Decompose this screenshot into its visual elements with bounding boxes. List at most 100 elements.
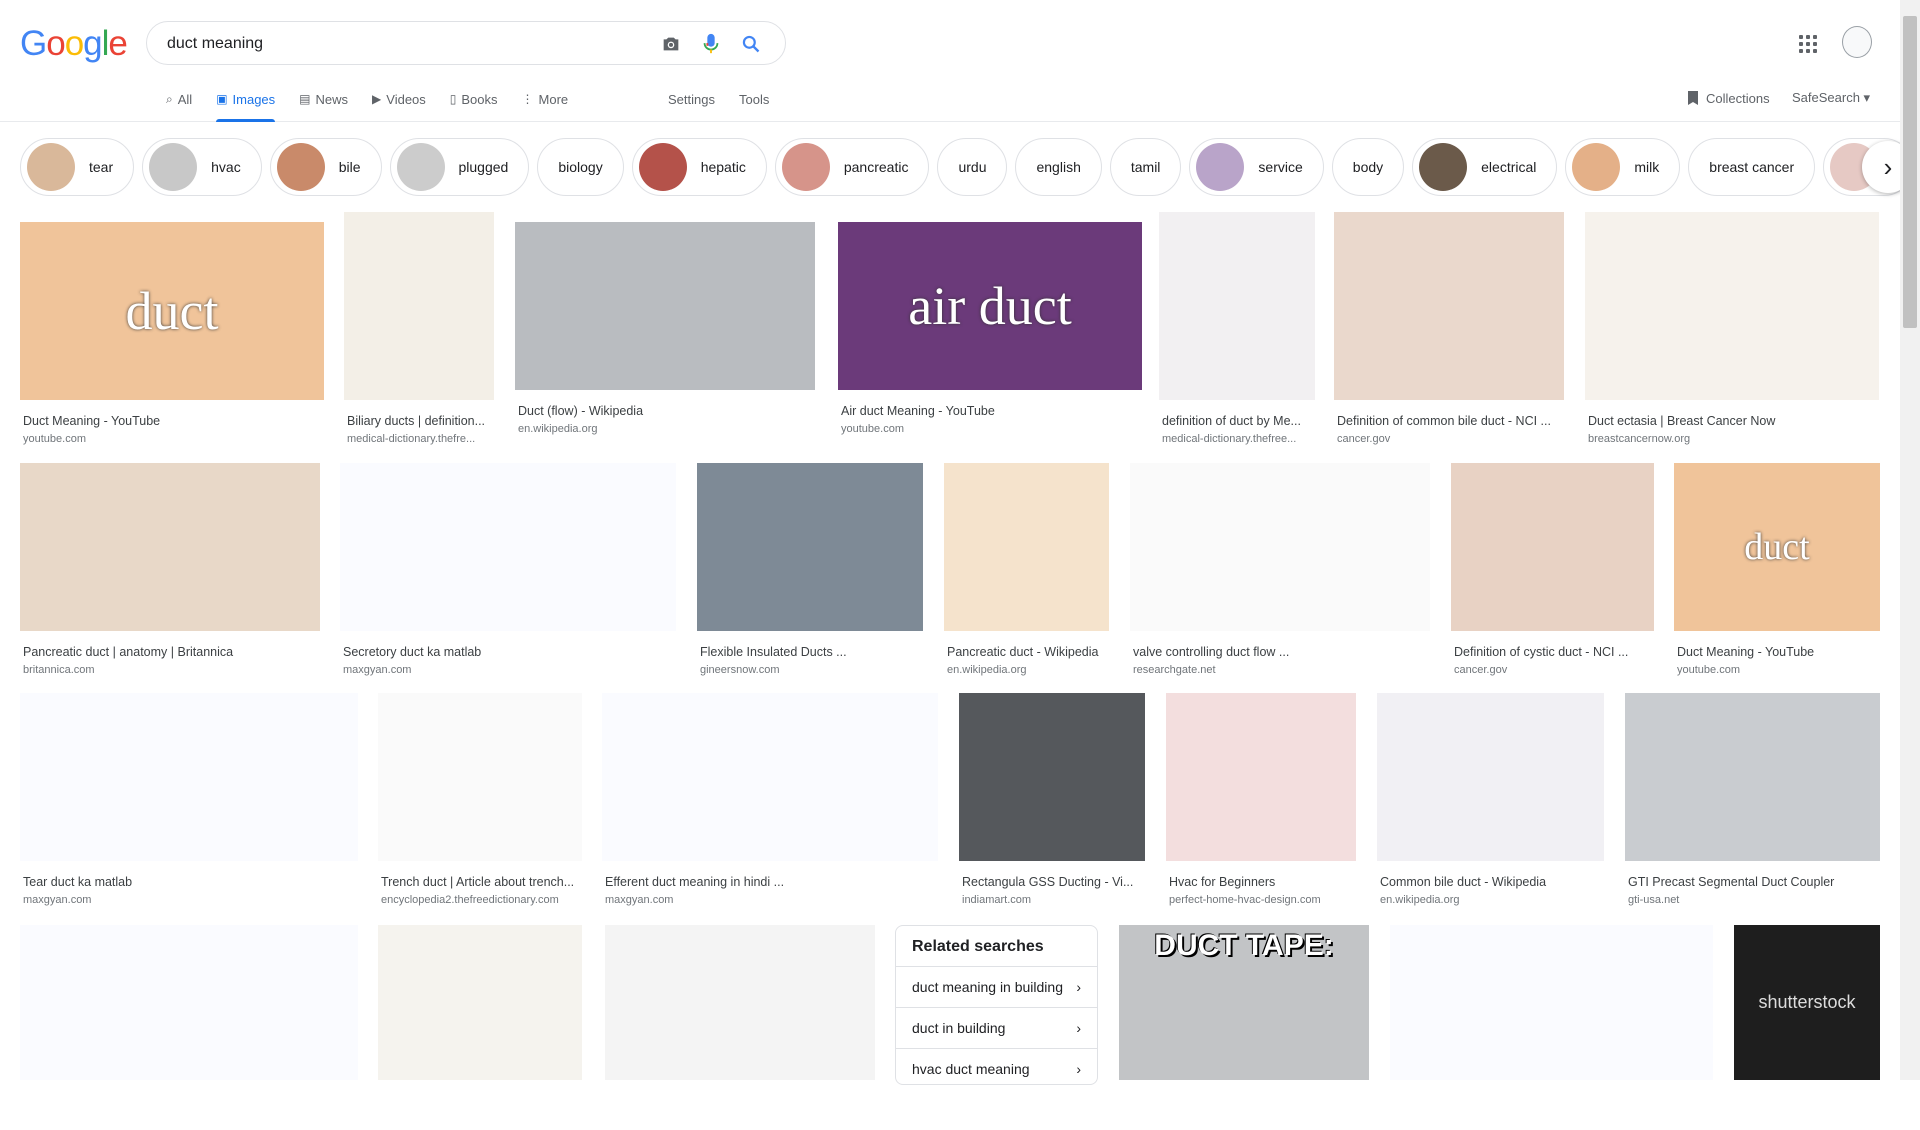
related-search-item[interactable]: duct meaning in building ›: [896, 966, 1097, 1007]
result-thumbnail[interactable]: [340, 463, 676, 631]
image-result[interactable]: Common bile duct - Wikipedia en.wikipedia…: [1377, 693, 1604, 911]
tab-videos[interactable]: ▶ Videos: [372, 80, 426, 122]
image-result[interactable]: Secretory duct ka matlab maxgyan.com: [340, 463, 676, 681]
image-result[interactable]: duct Duct Meaning - YouTube youtube.com: [1674, 463, 1880, 681]
result-title[interactable]: Duct Meaning - YouTube: [23, 414, 321, 428]
chip-tamil[interactable]: tamil: [1109, 138, 1182, 196]
related-search-item[interactable]: hvac duct meaning ›: [896, 1048, 1097, 1084]
result-thumbnail[interactable]: [1159, 212, 1315, 400]
search-box[interactable]: [146, 21, 786, 65]
scrollbar-thumb[interactable]: [1903, 16, 1917, 328]
image-result[interactable]: Duct (flow) - Wikipedia en.wikipedia.org: [515, 222, 815, 440]
result-title[interactable]: Duct ectasia | Breast Cancer Now: [1588, 414, 1876, 428]
chip-hepatic[interactable]: hepatic: [631, 138, 767, 196]
chip-electrical[interactable]: electrical: [1412, 138, 1558, 196]
apps-grid-icon[interactable]: [1796, 32, 1820, 56]
result-thumbnail[interactable]: [344, 212, 494, 400]
chip-urdu[interactable]: urdu: [937, 138, 1008, 196]
tools-link[interactable]: Tools: [739, 92, 769, 107]
result-thumbnail[interactable]: duct: [20, 222, 324, 400]
tab-books[interactable]: ▯ Books: [450, 80, 498, 122]
camera-icon[interactable]: [659, 32, 683, 56]
result-title[interactable]: Air duct Meaning - YouTube: [841, 404, 1139, 418]
chip-milk[interactable]: milk: [1565, 138, 1681, 196]
image-result[interactable]: Tear duct ka matlab maxgyan.com: [20, 693, 358, 911]
chip-pancreatic[interactable]: pancreatic: [774, 138, 930, 196]
result-title[interactable]: Biliary ducts | definition...: [347, 414, 491, 428]
collections-link[interactable]: Collections: [1686, 90, 1770, 106]
image-result[interactable]: DUCT TAPE:: [1119, 925, 1369, 1130]
result-title[interactable]: Flexible Insulated Ducts ...: [700, 645, 920, 659]
result-thumbnail[interactable]: [1390, 925, 1713, 1080]
chip-service[interactable]: service: [1189, 138, 1324, 196]
image-result[interactable]: [378, 925, 582, 1130]
result-thumbnail[interactable]: [1130, 463, 1430, 631]
result-title[interactable]: Rectangula GSS Ducting - Vi...: [962, 875, 1142, 889]
result-title[interactable]: Duct (flow) - Wikipedia: [518, 404, 812, 418]
image-result[interactable]: Definition of cystic duct - NCI ... cance…: [1451, 463, 1654, 681]
tab-all[interactable]: ⌕ All: [166, 80, 192, 122]
result-title[interactable]: definition of duct by Me...: [1162, 414, 1312, 428]
image-result[interactable]: [1390, 925, 1713, 1130]
result-title[interactable]: Hvac for Beginners: [1169, 875, 1353, 889]
image-result[interactable]: Rectangula GSS Ducting - Vi... indiamart.…: [959, 693, 1145, 911]
chip-body[interactable]: body: [1331, 138, 1405, 196]
safesearch-menu[interactable]: SafeSearch ▾: [1792, 90, 1870, 106]
result-thumbnail[interactable]: [944, 463, 1109, 631]
result-thumbnail[interactable]: shutterstock: [1734, 925, 1880, 1080]
result-thumbnail[interactable]: [1451, 463, 1654, 631]
chip-english[interactable]: english: [1015, 138, 1102, 196]
result-title[interactable]: Secretory duct ka matlab: [343, 645, 673, 659]
tab-more[interactable]: ⋮ More: [522, 80, 569, 122]
result-title[interactable]: Definition of cystic duct - NCI ...: [1454, 645, 1651, 659]
chip-biology[interactable]: biology: [537, 138, 624, 196]
result-title[interactable]: Tear duct ka matlab: [23, 875, 355, 889]
tab-news[interactable]: ▤ News: [299, 80, 348, 122]
result-title[interactable]: Definition of common bile duct - NCI ...: [1337, 414, 1561, 428]
result-title[interactable]: Duct Meaning - YouTube: [1677, 645, 1877, 659]
image-result[interactable]: Flexible Insulated Ducts ... gineersnow.c…: [697, 463, 923, 681]
result-title[interactable]: valve controlling duct flow ...: [1133, 645, 1427, 659]
avatar[interactable]: [1842, 26, 1872, 58]
result-thumbnail[interactable]: [605, 925, 875, 1080]
image-result[interactable]: [605, 925, 875, 1130]
image-result[interactable]: air duct Air duct Meaning - YouTube youtub…: [838, 222, 1142, 440]
result-thumbnail[interactable]: [1166, 693, 1356, 861]
chip-hvac[interactable]: hvac: [142, 138, 262, 196]
image-result[interactable]: Efferent duct meaning in hindi ... maxgya…: [602, 693, 938, 911]
result-thumbnail[interactable]: [1377, 693, 1604, 861]
image-result[interactable]: GTI Precast Segmental Duct Coupler gti-us…: [1625, 693, 1880, 911]
image-result[interactable]: Trench duct | Article about trench... enc…: [378, 693, 582, 911]
result-title[interactable]: Common bile duct - Wikipedia: [1380, 875, 1601, 889]
settings-link[interactable]: Settings: [668, 92, 715, 107]
image-result[interactable]: Hvac for Beginners perfect-home-hvac-desi…: [1166, 693, 1356, 911]
image-result[interactable]: Pancreatic duct | anatomy | Britannica br…: [20, 463, 320, 681]
result-thumbnail[interactable]: air duct: [838, 222, 1142, 390]
image-result[interactable]: valve controlling duct flow ... researchg…: [1130, 463, 1430, 681]
result-thumbnail[interactable]: [378, 925, 582, 1080]
image-result[interactable]: Biliary ducts | definition... medical-dic…: [344, 212, 494, 450]
related-search-item[interactable]: duct in building ›: [896, 1007, 1097, 1048]
result-thumbnail[interactable]: [1585, 212, 1879, 400]
chip-tear[interactable]: tear: [20, 138, 135, 196]
image-result[interactable]: Duct ectasia | Breast Cancer Now breastca…: [1585, 212, 1879, 450]
result-title[interactable]: GTI Precast Segmental Duct Coupler: [1628, 875, 1877, 889]
image-result[interactable]: shutterstock: [1734, 925, 1880, 1130]
result-thumbnail[interactable]: DUCT TAPE:: [1119, 925, 1369, 1080]
result-thumbnail[interactable]: [20, 925, 358, 1080]
result-title[interactable]: Trench duct | Article about trench...: [381, 875, 579, 889]
chip-breast-cancer[interactable]: breast cancer: [1688, 138, 1816, 196]
image-result[interactable]: definition of duct by Me... medical-dicti…: [1159, 212, 1315, 450]
search-input[interactable]: [167, 32, 647, 56]
search-icon[interactable]: [739, 32, 763, 56]
image-result[interactable]: Definition of common bile duct - NCI ...…: [1334, 212, 1564, 450]
result-title[interactable]: Efferent duct meaning in hindi ...: [605, 875, 935, 889]
tab-images[interactable]: ▣ Images: [216, 80, 275, 122]
result-thumbnail[interactable]: [378, 693, 582, 861]
result-title[interactable]: Pancreatic duct | anatomy | Britannica: [23, 645, 317, 659]
google-logo[interactable]: Google: [20, 24, 128, 64]
result-thumbnail[interactable]: [20, 463, 320, 631]
result-thumbnail[interactable]: [20, 693, 358, 861]
result-title[interactable]: Pancreatic duct - Wikipedia: [947, 645, 1106, 659]
image-result[interactable]: duct Duct Meaning - YouTube youtube.com: [20, 222, 324, 450]
